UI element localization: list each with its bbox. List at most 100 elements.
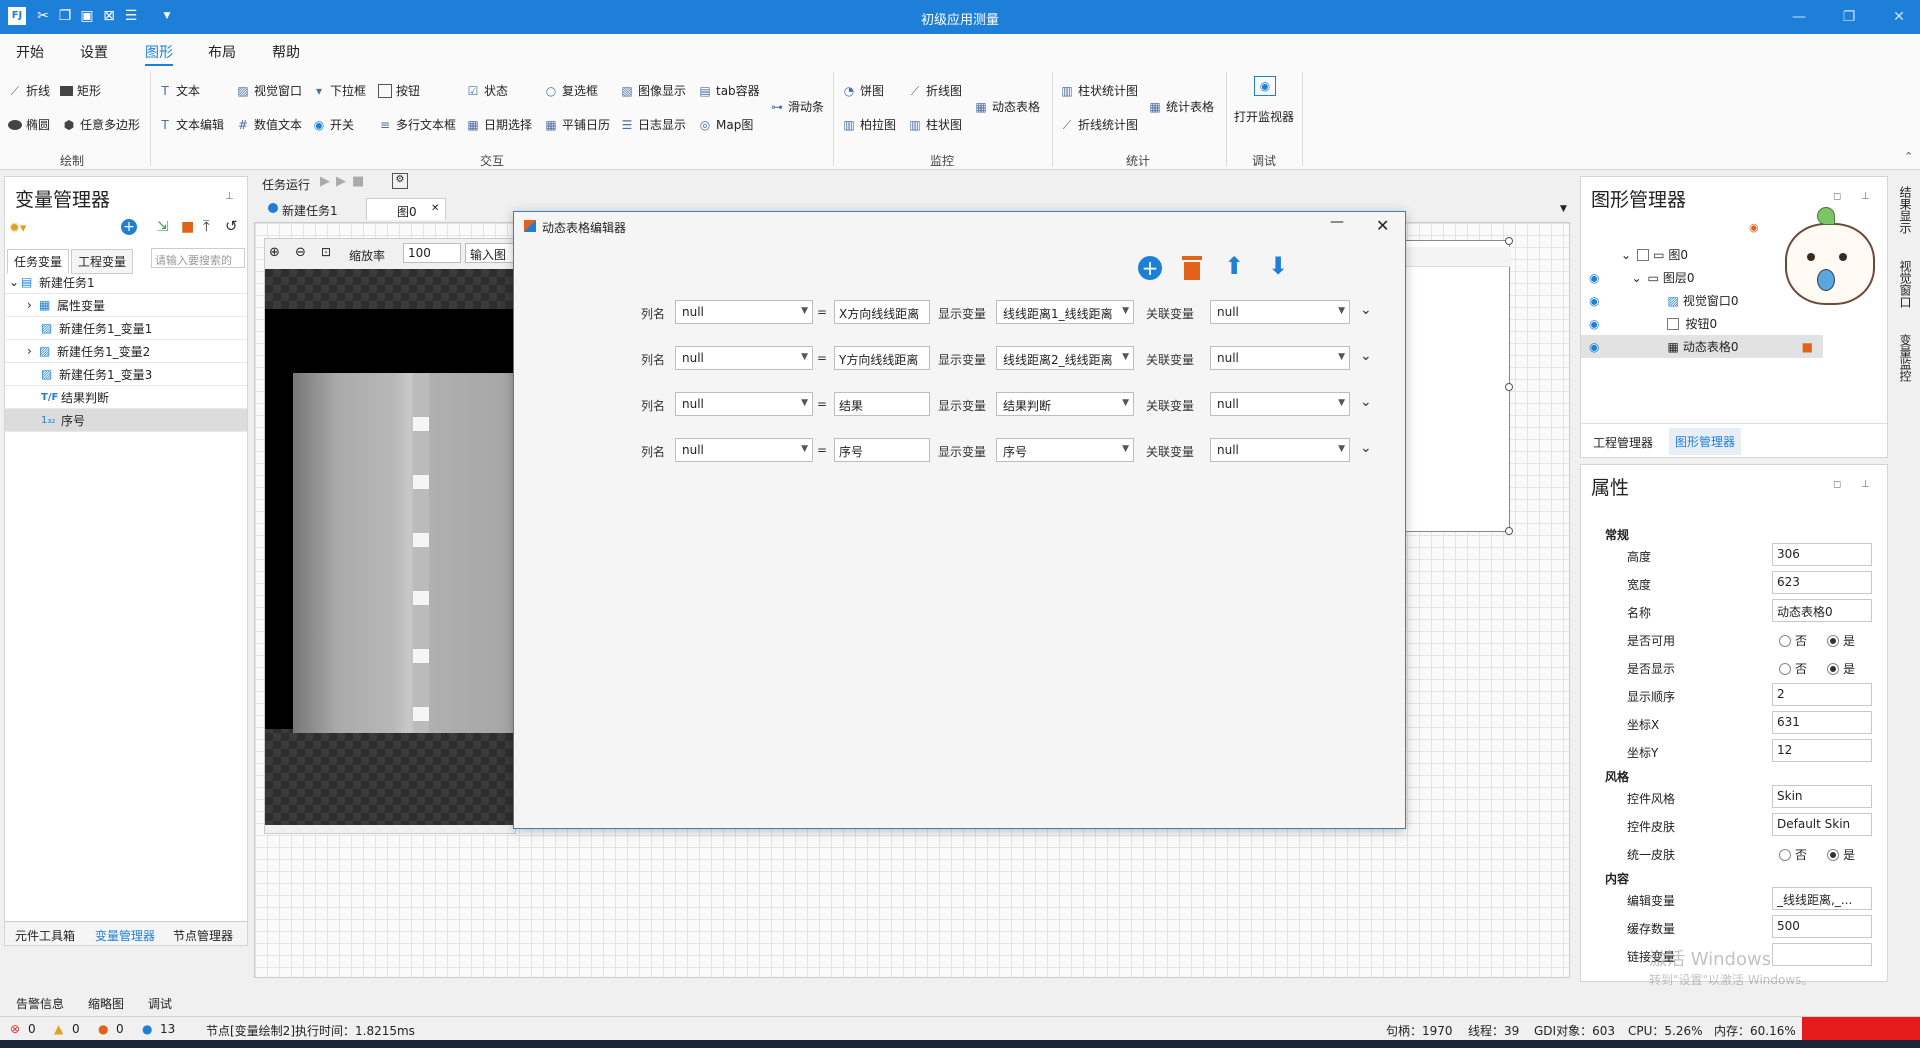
expand-icon[interactable]: ⌄	[1621, 248, 1631, 262]
tree-item-property-vars[interactable]: › ▦ 属性变量	[5, 294, 247, 317]
side-tab-result[interactable]: 结果显示	[1898, 186, 1914, 234]
tree-dynamic-table0[interactable]: ◉ ▦ 动态表格0 ■	[1581, 335, 1823, 358]
image-display-tool[interactable]: ▧ 图像显示	[620, 82, 686, 99]
image-viewport[interactable]	[265, 269, 517, 825]
pin-icon[interactable]: ⊥	[225, 191, 234, 202]
map-tool[interactable]: ◎ Map图	[698, 116, 754, 133]
radio-tool[interactable]: ○ 复选框	[544, 82, 598, 99]
tab-alarms[interactable]: 告警信息	[16, 995, 64, 1012]
column-text-input[interactable]: 序号	[834, 438, 930, 462]
display-var-select[interactable]: 序号 ▼	[996, 438, 1134, 462]
settings-gear-icon[interactable]: ✹▾	[9, 221, 26, 236]
dialog-close-icon[interactable]: ✕	[1376, 216, 1389, 235]
collapse-ribbon-icon[interactable]: ⌃	[1904, 150, 1913, 163]
vision-window-widget[interactable]: ⊕ ⊖ ⊡ 缩放率 100 输入图	[264, 238, 517, 834]
resize-handle[interactable]	[1505, 527, 1513, 535]
expand-icon[interactable]: ›	[27, 298, 39, 312]
ellipse-tool[interactable]: 椭圆	[8, 116, 50, 133]
tree-item-index[interactable]: 1₃₂ 序号	[5, 409, 247, 432]
order-input[interactable]: 2	[1772, 683, 1872, 706]
dialog-minimize-icon[interactable]: —	[1330, 214, 1344, 230]
polyline-tool[interactable]: ⟋ 折线	[8, 82, 50, 99]
text-edit-tool[interactable]: T 文本编辑	[158, 116, 224, 133]
dynamic-table-tool[interactable]: ▦ 动态表格	[974, 98, 1040, 115]
line-chart-tool[interactable]: ⟋ 折线图	[908, 82, 962, 99]
add-row-icon[interactable]: +	[1138, 256, 1162, 280]
side-tab-vision[interactable]: 视觉窗口	[1898, 260, 1914, 308]
doc-tab-task[interactable]: 新建任务1	[262, 198, 372, 220]
eye-icon[interactable]: ◉	[1589, 317, 1599, 331]
maximize-icon[interactable]: ◻	[1833, 191, 1841, 202]
tab-container-tool[interactable]: ▤ tab容器	[698, 82, 759, 99]
stat-table-tool[interactable]: ▦ 统计表格	[1148, 98, 1214, 115]
resize-handle[interactable]	[1505, 237, 1513, 245]
history-icon[interactable]: ↺	[225, 217, 238, 235]
maximize-icon[interactable]: ◻	[1833, 479, 1841, 490]
move-down-icon[interactable]: ⬇	[1268, 252, 1288, 280]
expand-row-icon[interactable]: ⌄	[1360, 348, 1372, 364]
delete-item-icon[interactable]: ■	[1802, 340, 1813, 354]
restore-icon[interactable]: ❐	[1834, 5, 1864, 29]
expand-icon[interactable]: ⌄	[9, 275, 21, 289]
input-image-select[interactable]: 输入图	[465, 243, 517, 263]
close-tab-icon[interactable]: ✕	[431, 203, 439, 214]
expand-row-icon[interactable]: ⌄	[1360, 302, 1372, 318]
display-var-select[interactable]: 线线距离1_线线距离 ▼	[996, 300, 1134, 324]
colname-select[interactable]: null ▼	[675, 392, 813, 416]
status-tool[interactable]: ☑ 状态	[466, 82, 508, 99]
column-text-input[interactable]: Y方向线线距离	[834, 346, 930, 370]
column-text-input[interactable]: X方向线线距离	[834, 300, 930, 324]
monitor-eye-icon[interactable]: ◉	[1254, 76, 1276, 96]
column-text-input[interactable]: 结果	[834, 392, 930, 416]
pin-icon[interactable]: ⊥	[1861, 479, 1870, 490]
bar-stat-tool[interactable]: ▥ 柱状统计图	[1060, 82, 1138, 99]
unify-no-radio[interactable]: 否	[1779, 846, 1807, 863]
vision-window-tool[interactable]: ▨ 视觉窗口	[236, 82, 302, 99]
width-input[interactable]: 623	[1772, 571, 1872, 594]
colname-select[interactable]: null ▼	[675, 346, 813, 370]
assoc-var-select[interactable]: null ▼	[1210, 300, 1350, 324]
enabled-no-radio[interactable]: 否	[1779, 632, 1807, 649]
move-up-icon[interactable]: ⬆	[1224, 252, 1244, 280]
height-input[interactable]: 306	[1772, 543, 1872, 566]
display-var-select[interactable]: 结果判断 ▼	[996, 392, 1134, 416]
numeric-text-tool[interactable]: # 数值文本	[236, 116, 302, 133]
link-var-input[interactable]	[1772, 943, 1872, 966]
zoom-out-icon[interactable]: ⊖	[295, 245, 306, 260]
open-monitor-button[interactable]: 打开监视器	[1234, 108, 1294, 125]
date-picker-tool[interactable]: ▦ 日期选择	[466, 116, 532, 133]
run-controls-icon[interactable]: ▶▶■	[320, 174, 370, 189]
display-var-select[interactable]: 线线距离2_线线距离 ▼	[996, 346, 1134, 370]
eye-icon[interactable]: ◉	[1589, 294, 1599, 308]
eye-icon[interactable]: ◉	[1589, 271, 1599, 285]
polygon-tool[interactable]: ⬢ 任意多边形	[62, 116, 140, 133]
rect-tool[interactable]: 矩形	[60, 82, 101, 99]
tab-list-dropdown-icon[interactable]: ▼	[1560, 204, 1567, 214]
button-tool[interactable]: 按钮	[378, 82, 420, 99]
add-icon[interactable]: +	[121, 219, 137, 235]
tab-project-manager[interactable]: 工程管理器	[1593, 434, 1653, 451]
tree-layer0[interactable]: ◉ ⌄ ▭ 图层0	[1581, 266, 1823, 289]
tab-debug[interactable]: 调试	[148, 995, 172, 1012]
bar-chart-tool[interactable]: ▥ 柱状图	[908, 116, 962, 133]
delete-variable-icon[interactable]: ■	[181, 219, 194, 235]
tab-thumbnail[interactable]: 缩略图	[88, 995, 124, 1012]
enabled-yes-radio[interactable]: 是	[1827, 632, 1855, 649]
tree-item-var2[interactable]: › ▨ 新建任务1_变量2	[5, 340, 247, 363]
ctrl-style-select[interactable]: Skin	[1772, 785, 1872, 808]
colname-select[interactable]: null ▼	[675, 300, 813, 324]
expand-row-icon[interactable]: ⌄	[1360, 440, 1372, 456]
menu-graphics[interactable]: 图形	[145, 42, 173, 66]
menu-start[interactable]: 开始	[16, 42, 44, 62]
tree-vision-window0[interactable]: ◉ ▨ 视觉窗口0	[1581, 289, 1823, 312]
tab-variable-manager[interactable]: 变量管理器	[95, 927, 155, 944]
log-display-tool[interactable]: ☰ 日志显示	[620, 116, 686, 133]
tree-item-var1[interactable]: ▨ 新建任务1_变量1	[5, 317, 247, 340]
doc-tab-figure[interactable]: 图0 ✕	[366, 198, 446, 220]
assoc-var-select[interactable]: null ▼	[1210, 346, 1350, 370]
camera-settings-icon[interactable]: ⚙	[392, 173, 408, 189]
line-stat-tool[interactable]: ⟋ 折线统计图	[1060, 116, 1138, 133]
side-tab-var-monitor[interactable]: 变量监控	[1898, 334, 1914, 382]
pie-tool[interactable]: ◔ 饼图	[842, 82, 884, 99]
tree-figure0[interactable]: ⌄ ▭ 图0	[1581, 243, 1823, 266]
